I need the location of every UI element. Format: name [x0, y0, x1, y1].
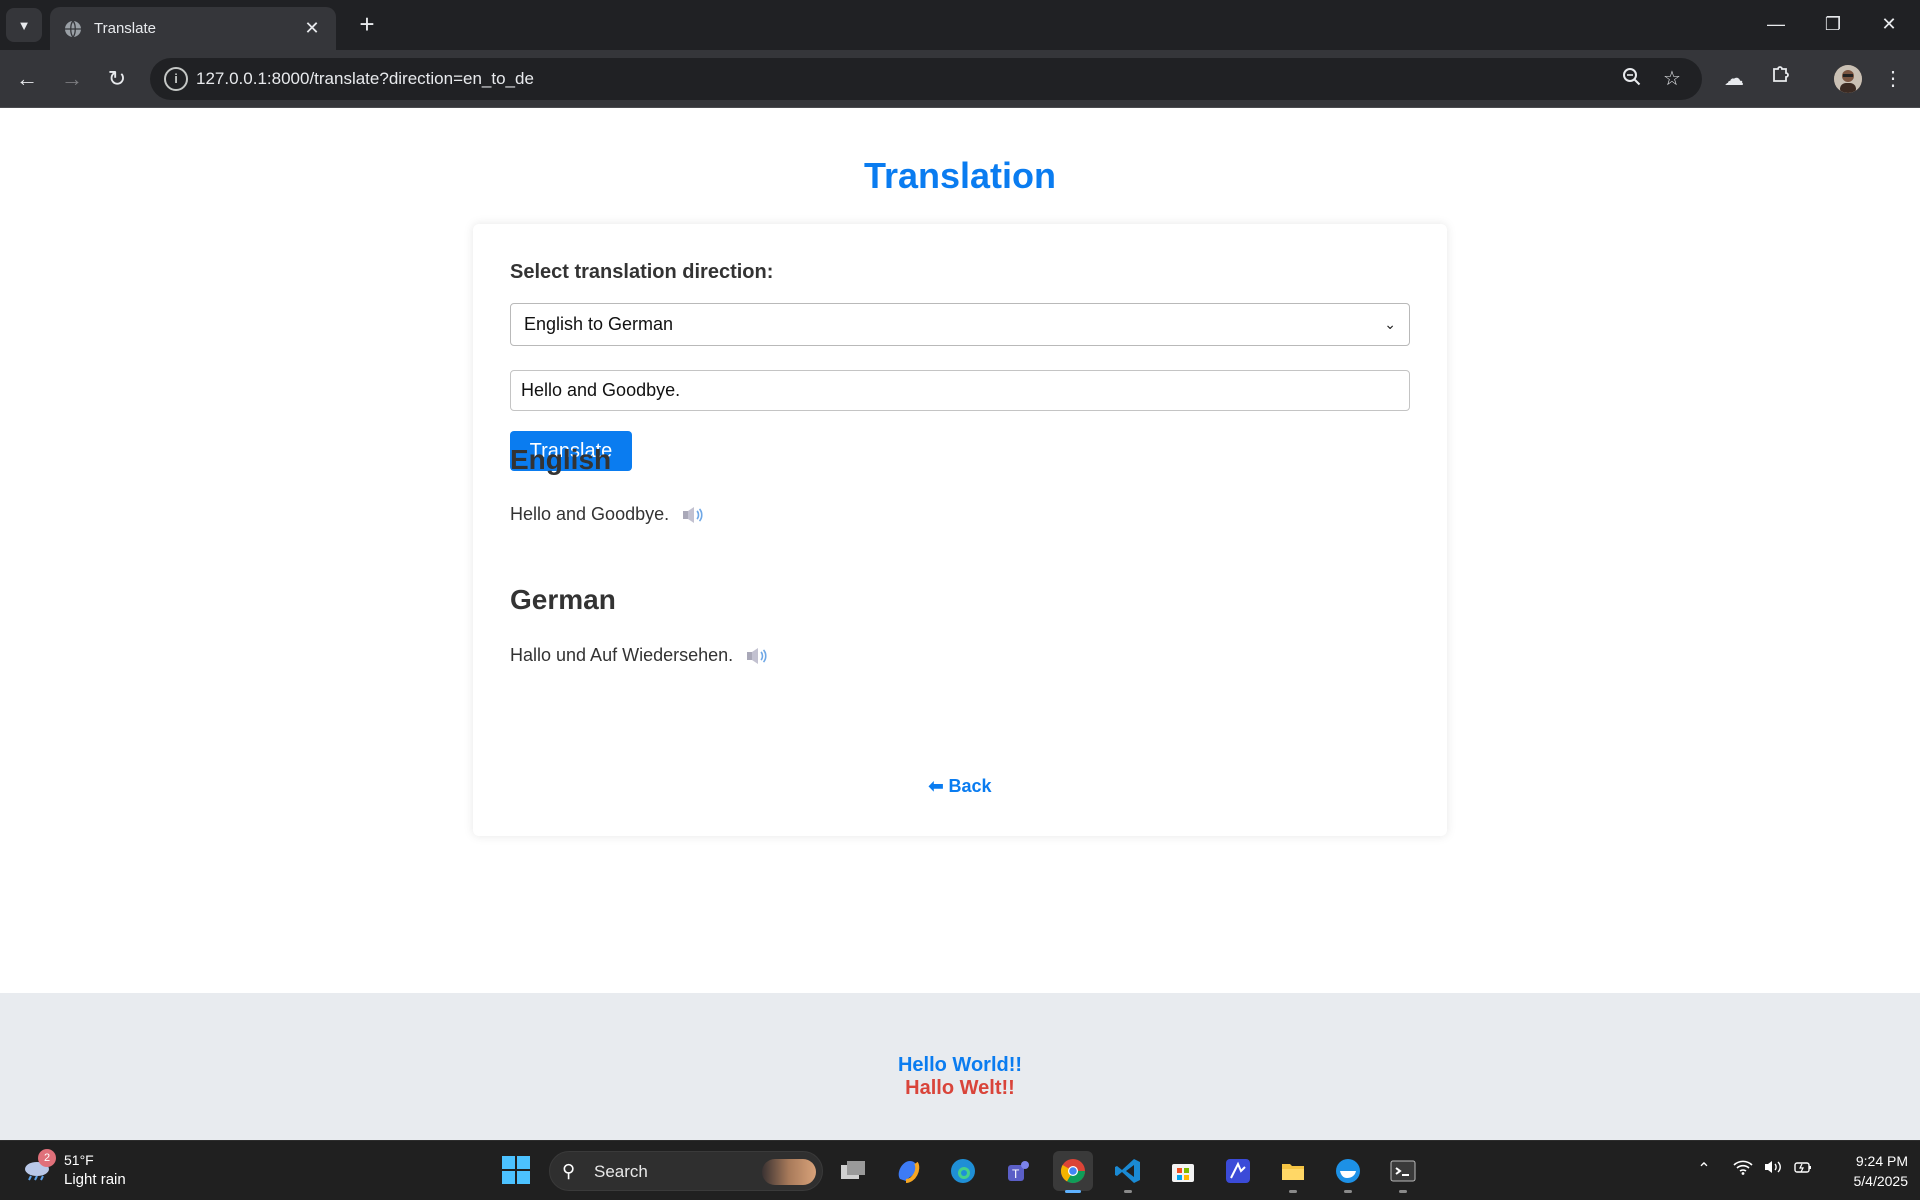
weather-widget[interactable]: 2 51°F Light rain [20, 1149, 140, 1193]
back-link[interactable]: ⬅ Back [473, 776, 1447, 797]
running-indicator [1124, 1190, 1132, 1193]
editor-app-icon[interactable] [1218, 1151, 1258, 1191]
footer-german-greeting: Hallo Welt!! [905, 1077, 1015, 1099]
reload-icon[interactable]: ↻ [101, 63, 133, 95]
page-viewport: Translation Select translation direction… [0, 109, 1920, 1140]
vscode-icon[interactable] [1108, 1151, 1148, 1193]
running-indicator [1344, 1190, 1352, 1193]
browser-tab-strip: ▼ Translate ✕ + — ❐ ✕ [0, 0, 1920, 50]
browser-tab[interactable]: Translate ✕ [50, 7, 336, 50]
footer-english-greeting: Hello World!! [897, 1054, 1023, 1076]
direction-label: Select translation direction: [510, 261, 774, 283]
speaker-icon[interactable] [681, 505, 705, 525]
weather-alert-badge: 2 [38, 1149, 56, 1167]
copilot-icon[interactable] [888, 1151, 928, 1191]
back-arrow-icon[interactable]: ← [11, 63, 43, 95]
search-icon: ⚲ [562, 1161, 576, 1181]
battery-icon[interactable] [1791, 1159, 1815, 1180]
translation-card: Select translation direction: English to… [473, 224, 1447, 836]
profile-avatar[interactable] [1834, 65, 1862, 93]
windows-start-icon[interactable] [500, 1154, 532, 1186]
close-window-icon[interactable]: ✕ [1866, 8, 1912, 40]
chevron-up-icon[interactable]: ⌃ [1692, 1159, 1716, 1179]
teams-icon[interactable]: T [998, 1151, 1038, 1191]
page-footer: Hello World!! Hallo Welt!! [0, 993, 1920, 1140]
address-bar[interactable]: i 127.0.0.1:8000/translate?direction=en_… [150, 58, 1702, 100]
target-language-heading: German [510, 584, 616, 615]
cloud-extension-icon[interactable]: ☁ [1718, 63, 1750, 95]
minimize-icon[interactable]: — [1753, 8, 1799, 40]
browser-toolbar: ← → ↻ i 127.0.0.1:8000/translate?directi… [0, 50, 1920, 108]
svg-text:T: T [1012, 1167, 1020, 1181]
zoom-icon[interactable] [1620, 67, 1644, 91]
weather-temperature: 51°F [64, 1152, 94, 1168]
file-explorer-icon[interactable] [1273, 1151, 1313, 1193]
terminal-icon[interactable] [1383, 1151, 1423, 1193]
taskbar-search-label: Search [594, 1162, 648, 1181]
taskbar-search[interactable]: ⚲ Search [549, 1151, 823, 1191]
url-text[interactable]: 127.0.0.1:8000/translate?direction=en_to… [196, 69, 534, 89]
direction-select[interactable]: English to German ⌄ [510, 303, 1410, 346]
chrome-icon[interactable] [1053, 1151, 1093, 1193]
speaker-icon[interactable] [745, 646, 769, 666]
extensions-puzzle-icon[interactable] [1765, 63, 1797, 95]
weather-description: Light rain [64, 1171, 126, 1188]
docker-icon[interactable] [1328, 1151, 1368, 1193]
text-input-value: Hello and Goodbye. [521, 380, 681, 400]
volume-icon[interactable] [1761, 1159, 1785, 1180]
clock-date: 5/4/2025 [1853, 1173, 1909, 1189]
clock-time: 9:24 PM [1855, 1153, 1908, 1169]
source-language-heading: English [510, 444, 612, 475]
source-text-row: Hello and Goodbye. [510, 504, 705, 525]
tab-title: Translate [94, 20, 156, 37]
taskbar-clock[interactable]: 9:24 PM 5/4/2025 [1818, 1151, 1909, 1191]
browser-menu-icon[interactable]: ⋮ [1877, 63, 1909, 95]
target-text-row: Hallo und Auf Wiedersehen. [510, 645, 769, 666]
target-text: Hallo und Auf Wiedersehen. [510, 645, 734, 665]
microsoft-store-icon[interactable] [1163, 1151, 1203, 1191]
direction-selected-value: English to German [524, 314, 674, 334]
tab-search-chevron-icon[interactable]: ▼ [6, 8, 42, 42]
search-highlight-image [762, 1159, 816, 1185]
task-view-icon[interactable] [833, 1151, 873, 1191]
restore-icon[interactable]: ❐ [1810, 8, 1856, 40]
running-indicator [1399, 1190, 1407, 1193]
globe-icon [65, 20, 81, 37]
chevron-down-icon: ⌄ [1384, 316, 1396, 332]
wifi-icon[interactable] [1731, 1159, 1755, 1180]
edge-browser-icon[interactable] [943, 1151, 983, 1191]
source-text: Hello and Goodbye. [510, 504, 670, 524]
page-title: Translation [863, 155, 1057, 196]
forward-arrow-icon[interactable]: → [56, 63, 88, 95]
active-indicator [1065, 1190, 1081, 1193]
new-tab-plus-icon[interactable]: + [352, 10, 382, 40]
close-tab-icon[interactable]: ✕ [302, 18, 322, 39]
bookmark-star-icon[interactable]: ☆ [1660, 67, 1684, 91]
windows-taskbar: 2 51°F Light rain ⚲ Search T ⌃ 9:24 PM 5… [0, 1140, 1920, 1200]
site-info-icon[interactable]: i [164, 67, 188, 91]
running-indicator [1289, 1190, 1297, 1193]
text-input[interactable]: Hello and Goodbye. [510, 370, 1410, 411]
